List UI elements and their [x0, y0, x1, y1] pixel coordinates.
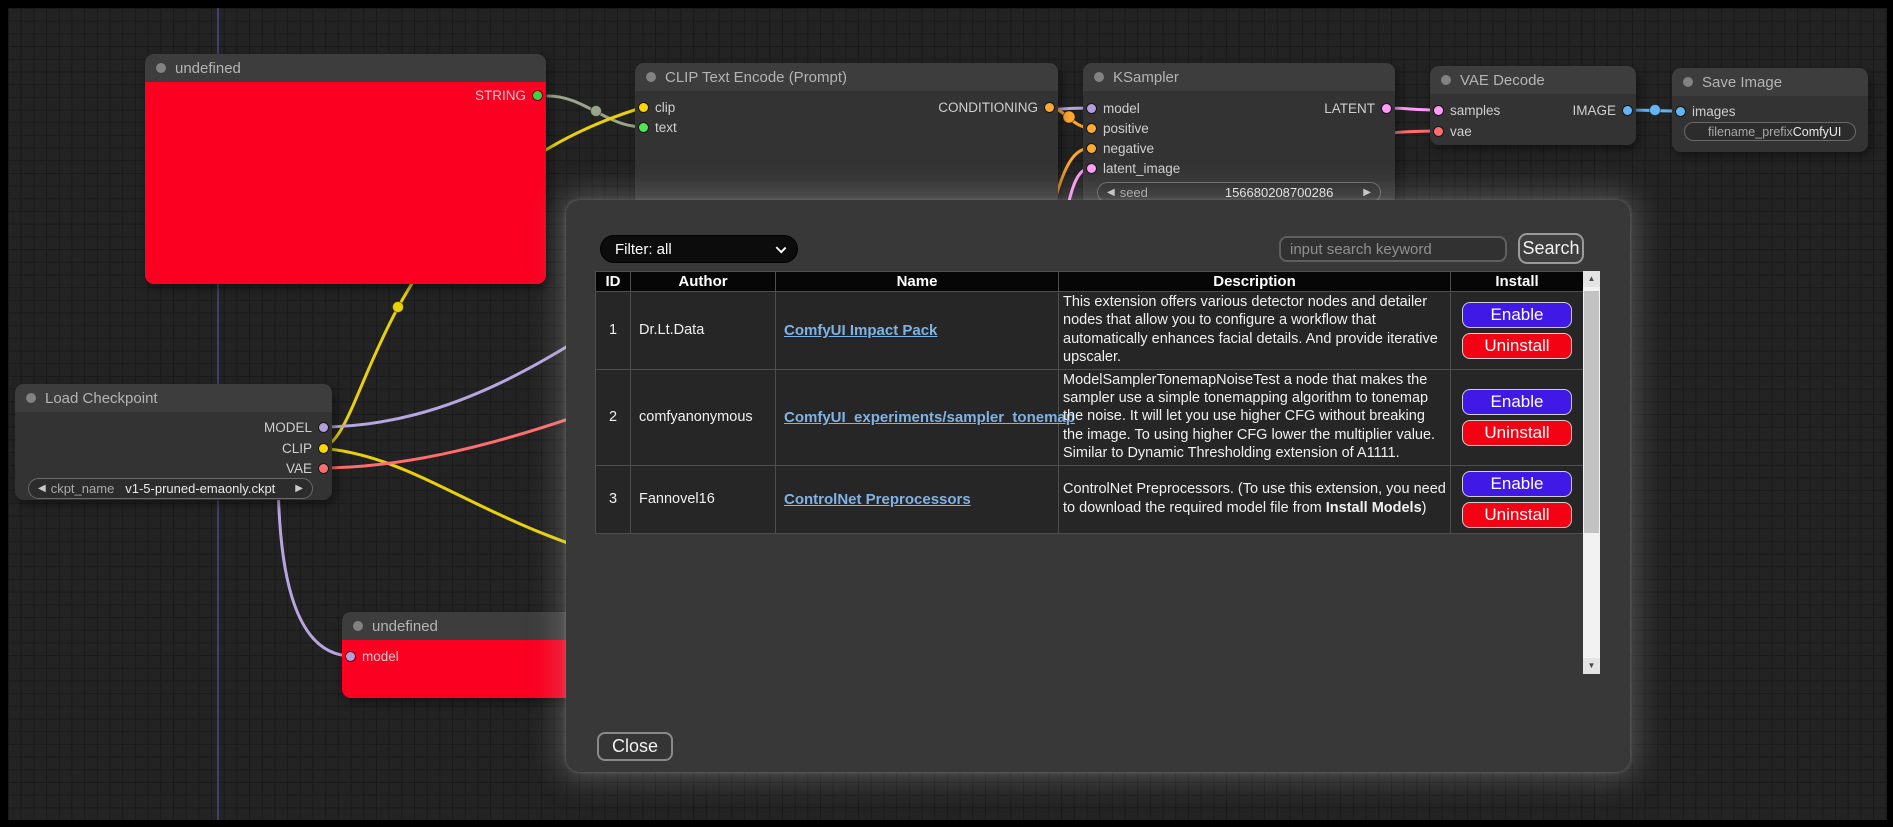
node-clip-text-encode[interactable]: CLIP Text Encode (Prompt) clip text COND…	[635, 63, 1058, 205]
node-vae-decode[interactable]: VAE Decode samples vae IMAGE	[1430, 66, 1636, 145]
slot-dot[interactable]	[1087, 124, 1096, 133]
arrow-left-icon[interactable]: ◀	[1107, 188, 1115, 198]
output-slot-string: STRING	[475, 85, 542, 105]
uninstall-button[interactable]: Uninstall	[1462, 333, 1572, 359]
slot-dot[interactable]	[1087, 164, 1096, 173]
slot-dot[interactable]	[1623, 106, 1632, 115]
custom-nodes-manager-dialog: Filter: all Search ID Author Name Descri…	[566, 200, 1630, 772]
output-slot-image: IMAGE	[1572, 100, 1632, 120]
filename-prefix-widget[interactable]: filename_prefix ComfyUI	[1684, 122, 1856, 141]
filter-select-wrap: Filter: all	[600, 235, 798, 263]
slot-dot[interactable]	[1676, 107, 1685, 116]
enable-button[interactable]: Enable	[1462, 389, 1572, 415]
close-button[interactable]: Close	[597, 732, 673, 761]
node-title: Save Image	[1702, 74, 1782, 91]
node-title: Load Checkpoint	[45, 390, 158, 407]
input-slot-model: model	[1087, 98, 1140, 118]
output-slot-model: MODEL	[264, 417, 328, 437]
slot-dot[interactable]	[639, 103, 648, 112]
uninstall-button[interactable]: Uninstall	[1462, 420, 1572, 446]
uninstall-button[interactable]: Uninstall	[1462, 502, 1572, 528]
search-input[interactable]	[1279, 236, 1507, 262]
scrollbar-thumb[interactable]	[1584, 291, 1599, 533]
node-title: VAE Decode	[1460, 72, 1545, 89]
table-scrollbar[interactable]: ▲ ▼	[1583, 271, 1600, 674]
node-status-dot	[1683, 77, 1693, 87]
ckpt-name-widget[interactable]: ◀ ckpt_name v1-5-pruned-emaonly.ckpt ▶	[28, 478, 313, 499]
input-slot-positive: positive	[1087, 118, 1149, 138]
input-slot-vae: vae	[1434, 121, 1472, 141]
input-slot-latent-image: latent_image	[1087, 158, 1180, 178]
comfyui-app: undefined STRING CLIP Text Encode (Promp…	[0, 0, 1893, 827]
slot-dot[interactable]	[319, 423, 328, 432]
extension-link[interactable]: ControlNet Preprocessors	[784, 491, 971, 508]
slot-dot[interactable]	[1434, 106, 1443, 115]
node-undefined-string[interactable]: undefined STRING	[145, 54, 546, 284]
node-status-dot	[353, 621, 363, 631]
node-title: undefined	[372, 618, 438, 635]
slot-dot[interactable]	[346, 652, 355, 661]
input-slot-negative: negative	[1087, 138, 1154, 158]
node-title: CLIP Text Encode (Prompt)	[665, 69, 847, 86]
input-slot-text: text	[639, 117, 677, 137]
output-slot-clip: CLIP	[282, 438, 328, 458]
node-status-dot	[26, 393, 36, 403]
slot-dot[interactable]	[1087, 144, 1096, 153]
search-button[interactable]: Search	[1518, 233, 1584, 264]
input-slot-samples: samples	[1434, 100, 1500, 120]
arrow-left-icon[interactable]: ◀	[38, 484, 46, 494]
arrow-right-icon[interactable]: ▶	[1363, 188, 1371, 198]
seed-value: 156680208700286	[1225, 185, 1333, 200]
input-slot-model: model	[346, 646, 399, 666]
node-ksampler[interactable]: KSampler model positive negative latent_…	[1083, 63, 1395, 205]
slot-dot[interactable]	[1434, 127, 1443, 136]
slot-dot[interactable]	[639, 123, 648, 132]
extension-link[interactable]: ComfyUI_experiments/sampler_tonemap	[784, 409, 1075, 426]
input-slot-clip: clip	[639, 97, 675, 117]
enable-button[interactable]: Enable	[1462, 471, 1572, 497]
slot-dot[interactable]	[319, 464, 328, 473]
extension-link[interactable]: ComfyUI Impact Pack	[784, 322, 937, 339]
filter-select[interactable]: Filter: all	[600, 235, 798, 263]
slot-dot[interactable]	[1045, 103, 1054, 112]
table-header-row: ID Author Name Description Install	[596, 272, 1584, 292]
slot-dot[interactable]	[1382, 104, 1391, 113]
table-row: 3 Fannovel16 ControlNet Preprocessors Co…	[596, 465, 1584, 533]
table-row: 1 Dr.Lt.Data ComfyUI Impact Pack This ex…	[596, 292, 1584, 370]
output-slot-conditioning: CONDITIONING	[938, 97, 1054, 117]
extensions-table: ID Author Name Description Install 1 Dr.…	[595, 271, 1584, 534]
node-save-image[interactable]: Save Image images filename_prefix ComfyU…	[1672, 68, 1868, 152]
node-title: undefined	[175, 60, 241, 77]
node-status-dot	[156, 63, 166, 73]
output-slot-vae: VAE	[286, 458, 328, 478]
output-slot-latent: LATENT	[1324, 98, 1391, 118]
node-load-checkpoint[interactable]: Load Checkpoint MODEL CLIP VAE ◀ ckpt_na…	[15, 384, 332, 500]
enable-button[interactable]: Enable	[1462, 302, 1572, 328]
slot-dot[interactable]	[533, 91, 542, 100]
input-slot-images: images	[1676, 101, 1736, 121]
table-row: 2 comfyanonymous ComfyUI_experiments/sam…	[596, 369, 1584, 465]
arrow-right-icon[interactable]: ▶	[295, 484, 303, 494]
slot-dot[interactable]	[1087, 104, 1096, 113]
node-undefined-model[interactable]: undefined model	[342, 612, 582, 698]
node-status-dot	[1441, 75, 1451, 85]
node-title: KSampler	[1113, 69, 1179, 86]
slot-dot[interactable]	[319, 444, 328, 453]
scroll-up-icon[interactable]: ▲	[1583, 271, 1600, 287]
scroll-down-icon[interactable]: ▼	[1583, 658, 1600, 674]
node-status-dot	[1094, 72, 1104, 82]
node-status-dot	[646, 72, 656, 82]
